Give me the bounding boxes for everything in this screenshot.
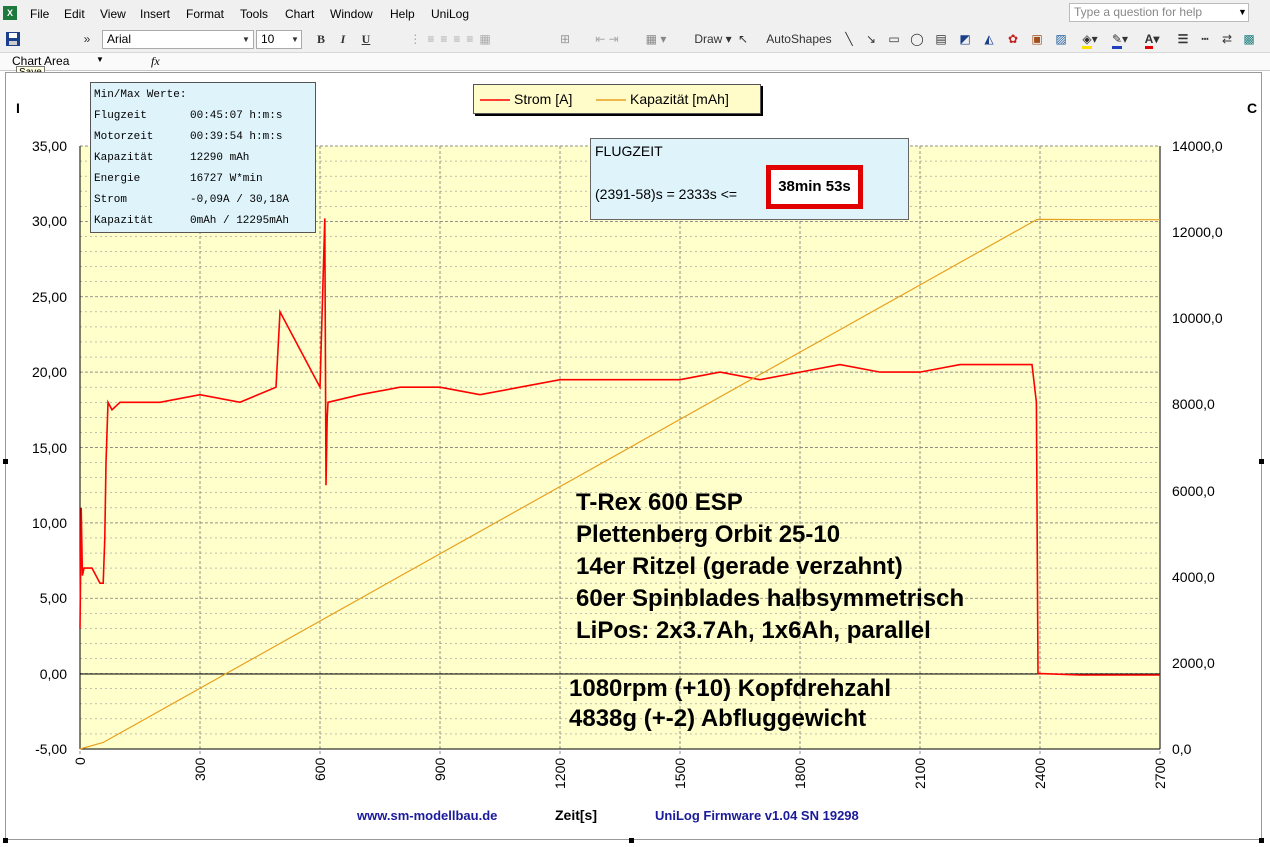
legend-label-kapazitaet: Kapazität [mAh]: [630, 91, 729, 107]
left-tick-label: 5,00: [39, 590, 67, 607]
info-value: 00:45:07 h:m:s: [190, 110, 283, 122]
left-tick-label: 20,00: [31, 364, 67, 381]
info-label: Motorzeit: [94, 131, 154, 143]
info-label: Kapazität: [94, 152, 154, 164]
left-tick-label: 15,00: [31, 439, 67, 456]
right-tick-label: 0,0: [1172, 741, 1192, 757]
info-value: 00:39:54 h:m:s: [190, 131, 283, 143]
info-label: Kapazität: [94, 215, 154, 227]
chart-legend[interactable]: Strom [A] Kapazität [mAh]: [473, 84, 761, 114]
right-tick-label: 14000,0: [1172, 138, 1223, 154]
legend-swatch-kapazitaet: [596, 99, 626, 101]
annotation-motor: Plettenberg Orbit 25-10: [576, 521, 841, 548]
info-value: 16727 W*min: [190, 173, 263, 185]
left-tick-label: 35,00: [31, 138, 67, 154]
right-tick-label: 2000,0: [1172, 654, 1215, 671]
info-value: 12290 mAh: [190, 152, 250, 164]
left-tick-label: 0,00: [39, 665, 67, 682]
x-axis-title: Zeit[s]: [555, 807, 597, 823]
x-tick-label: 2700: [1152, 757, 1168, 789]
website-link[interactable]: www.sm-modellbau.de: [357, 808, 497, 823]
legend-swatch-strom: [480, 99, 510, 101]
right-tick-label: 4000,0: [1172, 568, 1215, 585]
annotation-model: T-Rex 600 ESP: [576, 489, 743, 516]
x-tick-label: 900: [432, 757, 448, 781]
annotation-blades: 60er Spinblades halbsymmetrisch: [576, 585, 965, 612]
right-axis-title: C: [1247, 100, 1258, 116]
annotation-pinion: 14er Ritzel (gerade verzahnt): [576, 553, 903, 580]
annotation-rpm: 1080rpm (+10) Kopfdrehzahl: [569, 675, 892, 702]
flugzeit-title: FLUGZEIT: [595, 143, 663, 159]
x-tick-label: 1500: [672, 757, 688, 789]
right-tick-label: 12000,0: [1172, 224, 1223, 241]
left-axis-title: I: [16, 100, 20, 116]
info-value: -0,09A / 30,18A: [190, 194, 290, 206]
right-tick-label: 6000,0: [1172, 482, 1215, 499]
x-tick-label: 0: [72, 757, 88, 765]
left-tick-label: 10,00: [31, 514, 67, 531]
right-tick-label: 8000,0: [1172, 396, 1215, 413]
legend-label-strom: Strom [A]: [514, 91, 573, 107]
flugzeit-formula: (2391-58)s = 2333s <=: [595, 186, 738, 202]
left-tick-label: -5,00: [35, 741, 67, 757]
info-title: Min/Max Werte:: [94, 89, 187, 101]
firmware-label: UniLog Firmware v1.04 SN 19298: [655, 808, 859, 823]
info-label: Energie: [94, 173, 141, 185]
flugzeit-result: 38min 53s: [766, 165, 863, 209]
x-tick-label: 2400: [1032, 757, 1048, 789]
x-tick-label: 300: [192, 757, 208, 781]
x-tick-label: 2100: [912, 757, 928, 789]
info-label: Strom: [94, 194, 128, 206]
info-value: 0mAh / 12295mAh: [190, 215, 290, 227]
min-max-info-box[interactable]: Min/Max Werte: Flugzeit 00:45:07 h:m:s Mo…: [90, 82, 316, 233]
info-label: Flugzeit: [94, 110, 147, 122]
x-tick-label: 1800: [792, 757, 808, 789]
x-tick-label: 1200: [552, 757, 568, 789]
left-tick-label: 25,00: [31, 288, 67, 305]
flugzeit-box[interactable]: FLUGZEIT (2391-58)s = 2333s <= 38min 53s: [590, 138, 909, 220]
x-tick-label: 600: [312, 757, 328, 781]
annotation-lipos: LiPos: 2x3.7Ah, 1x6Ah, parallel: [576, 617, 931, 644]
annotation-weight: 4838g (+-2) Abfluggewicht: [569, 705, 867, 732]
right-tick-label: 10000,0: [1172, 310, 1223, 327]
left-tick-label: 30,00: [31, 213, 67, 230]
